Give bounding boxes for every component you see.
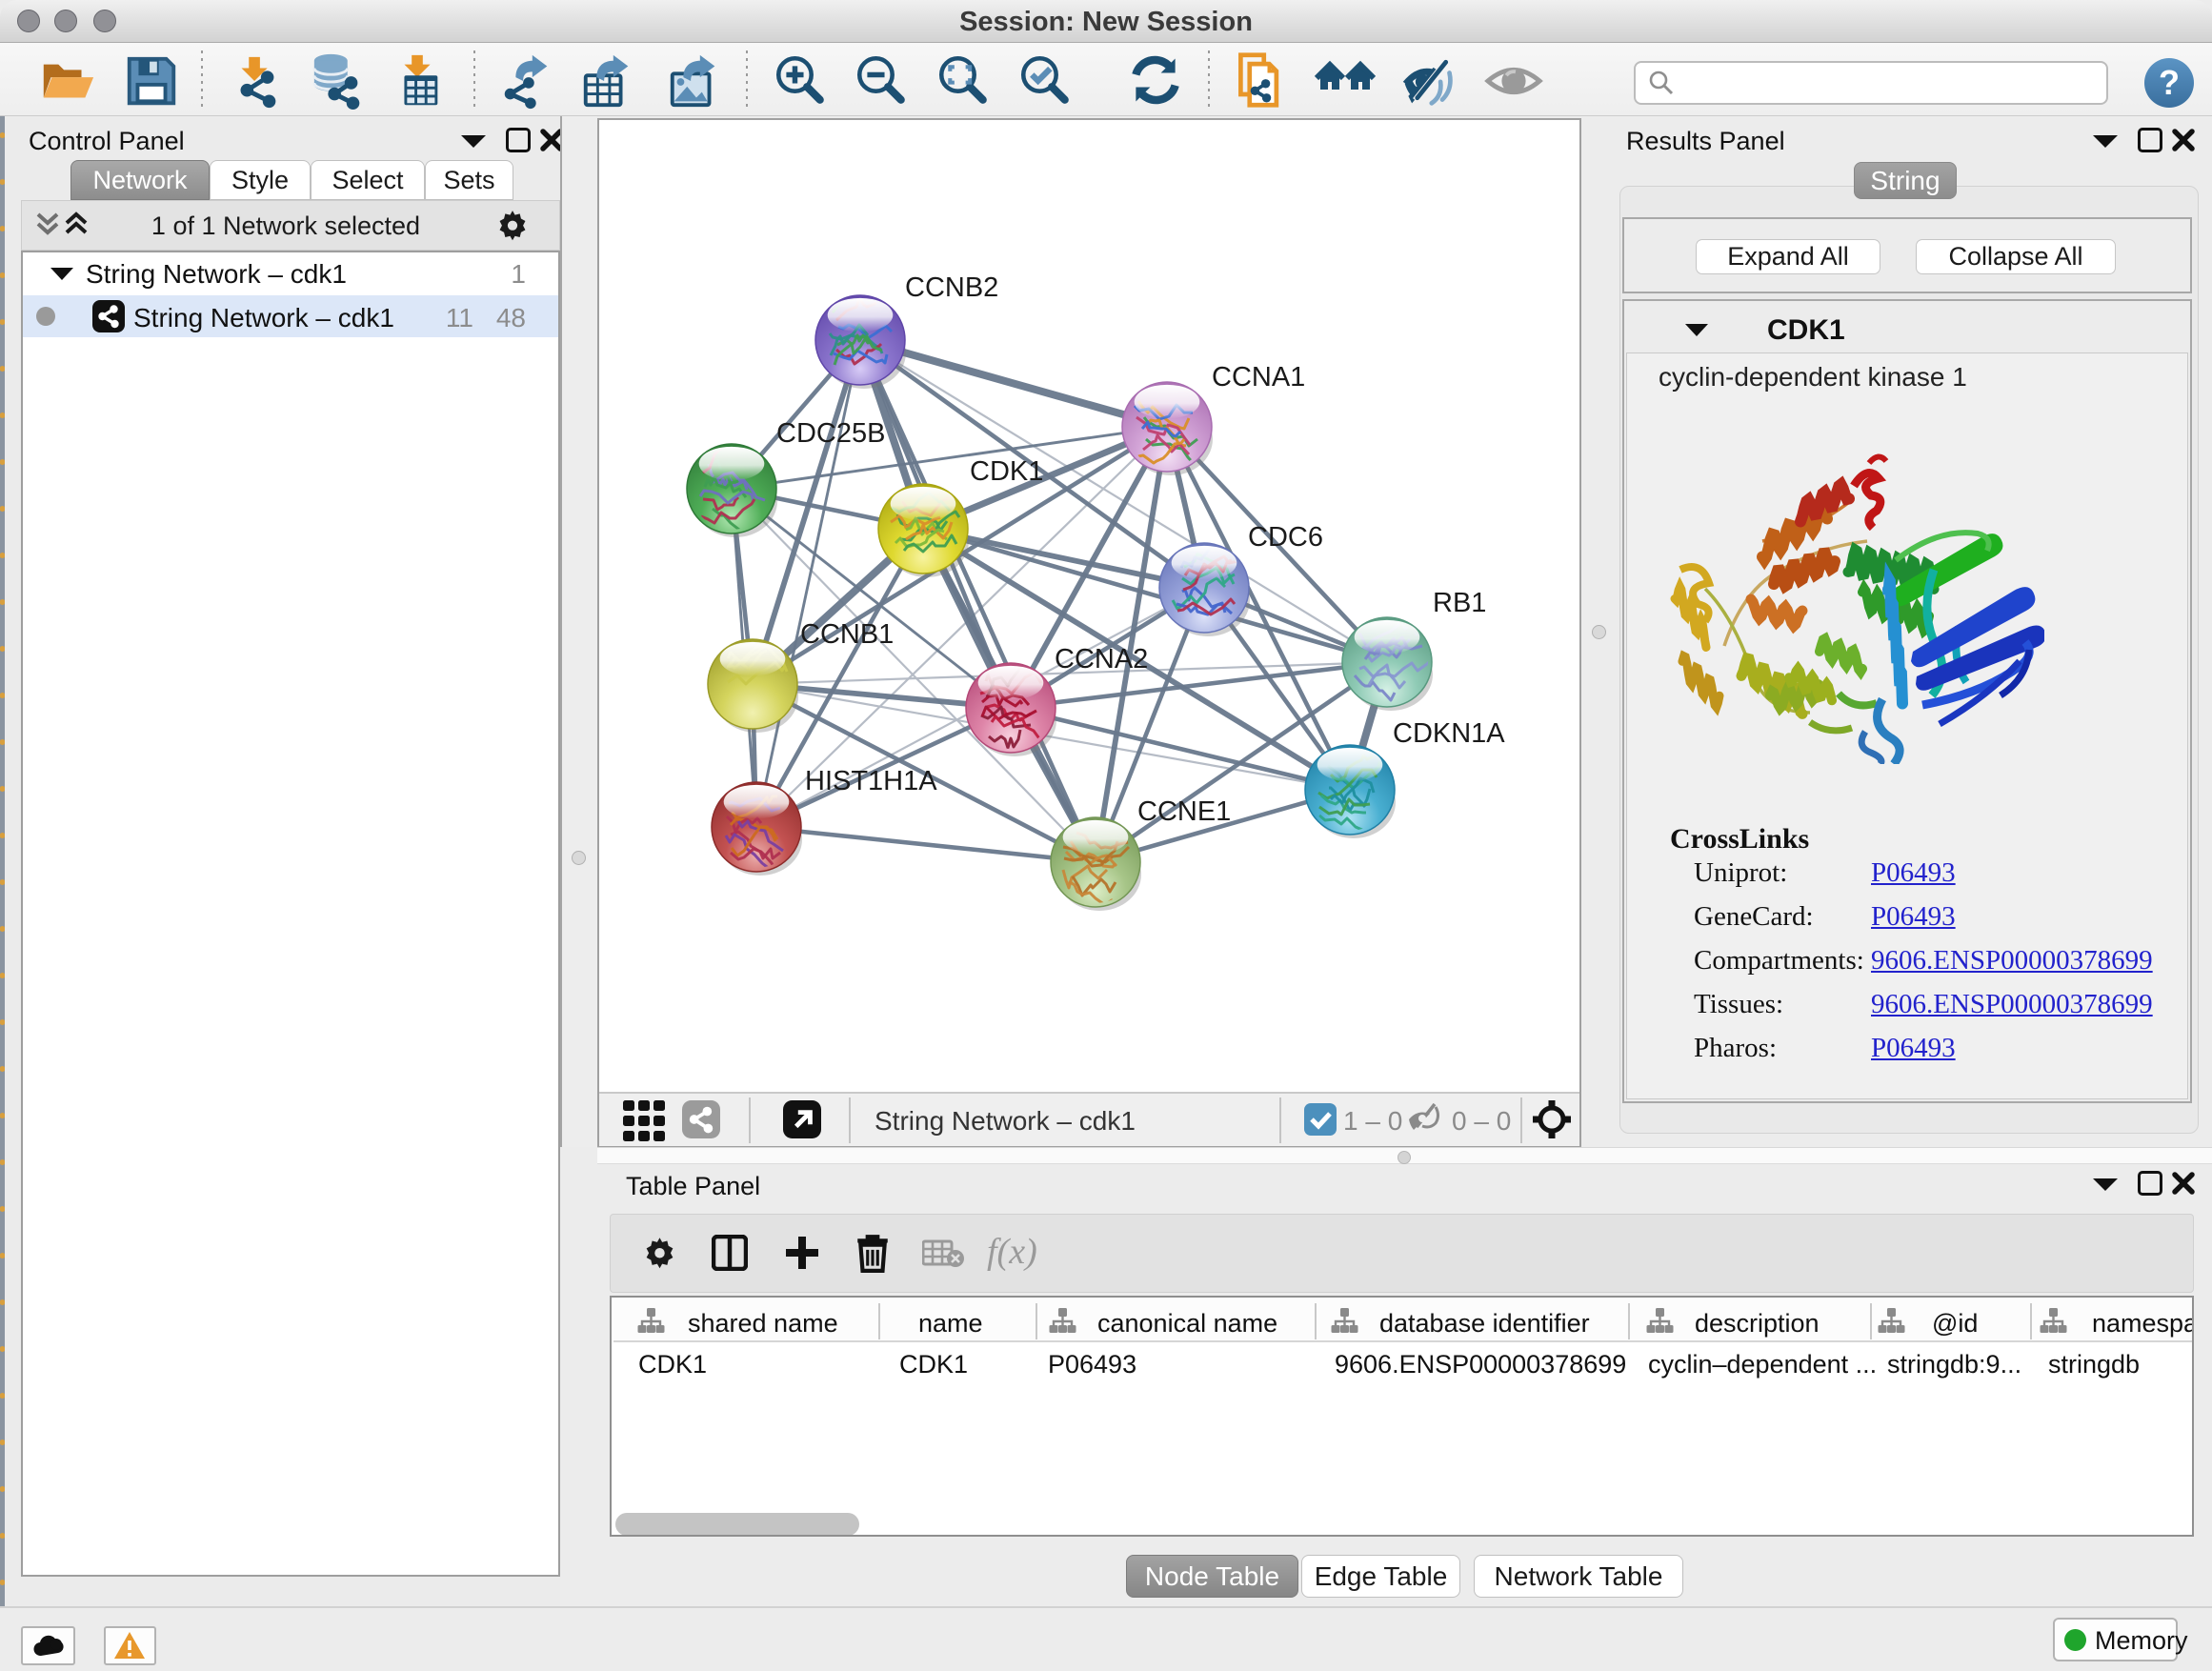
svg-text:CDC6: CDC6 — [1248, 522, 1323, 553]
svg-text:CDC25B: CDC25B — [776, 418, 885, 449]
svg-text:CCNB2: CCNB2 — [905, 272, 998, 303]
svg-text:CCNB1: CCNB1 — [800, 619, 894, 650]
svg-text:HIST1H1A: HIST1H1A — [805, 766, 937, 796]
svg-text:CCNA1: CCNA1 — [1212, 362, 1305, 393]
svg-text:RB1: RB1 — [1433, 588, 1486, 618]
svg-text:CDKN1A: CDKN1A — [1393, 718, 1505, 749]
svg-text:CCNA2: CCNA2 — [1055, 644, 1148, 674]
svg-text:CCNE1: CCNE1 — [1137, 796, 1231, 827]
svg-text:CDK1: CDK1 — [970, 456, 1043, 487]
